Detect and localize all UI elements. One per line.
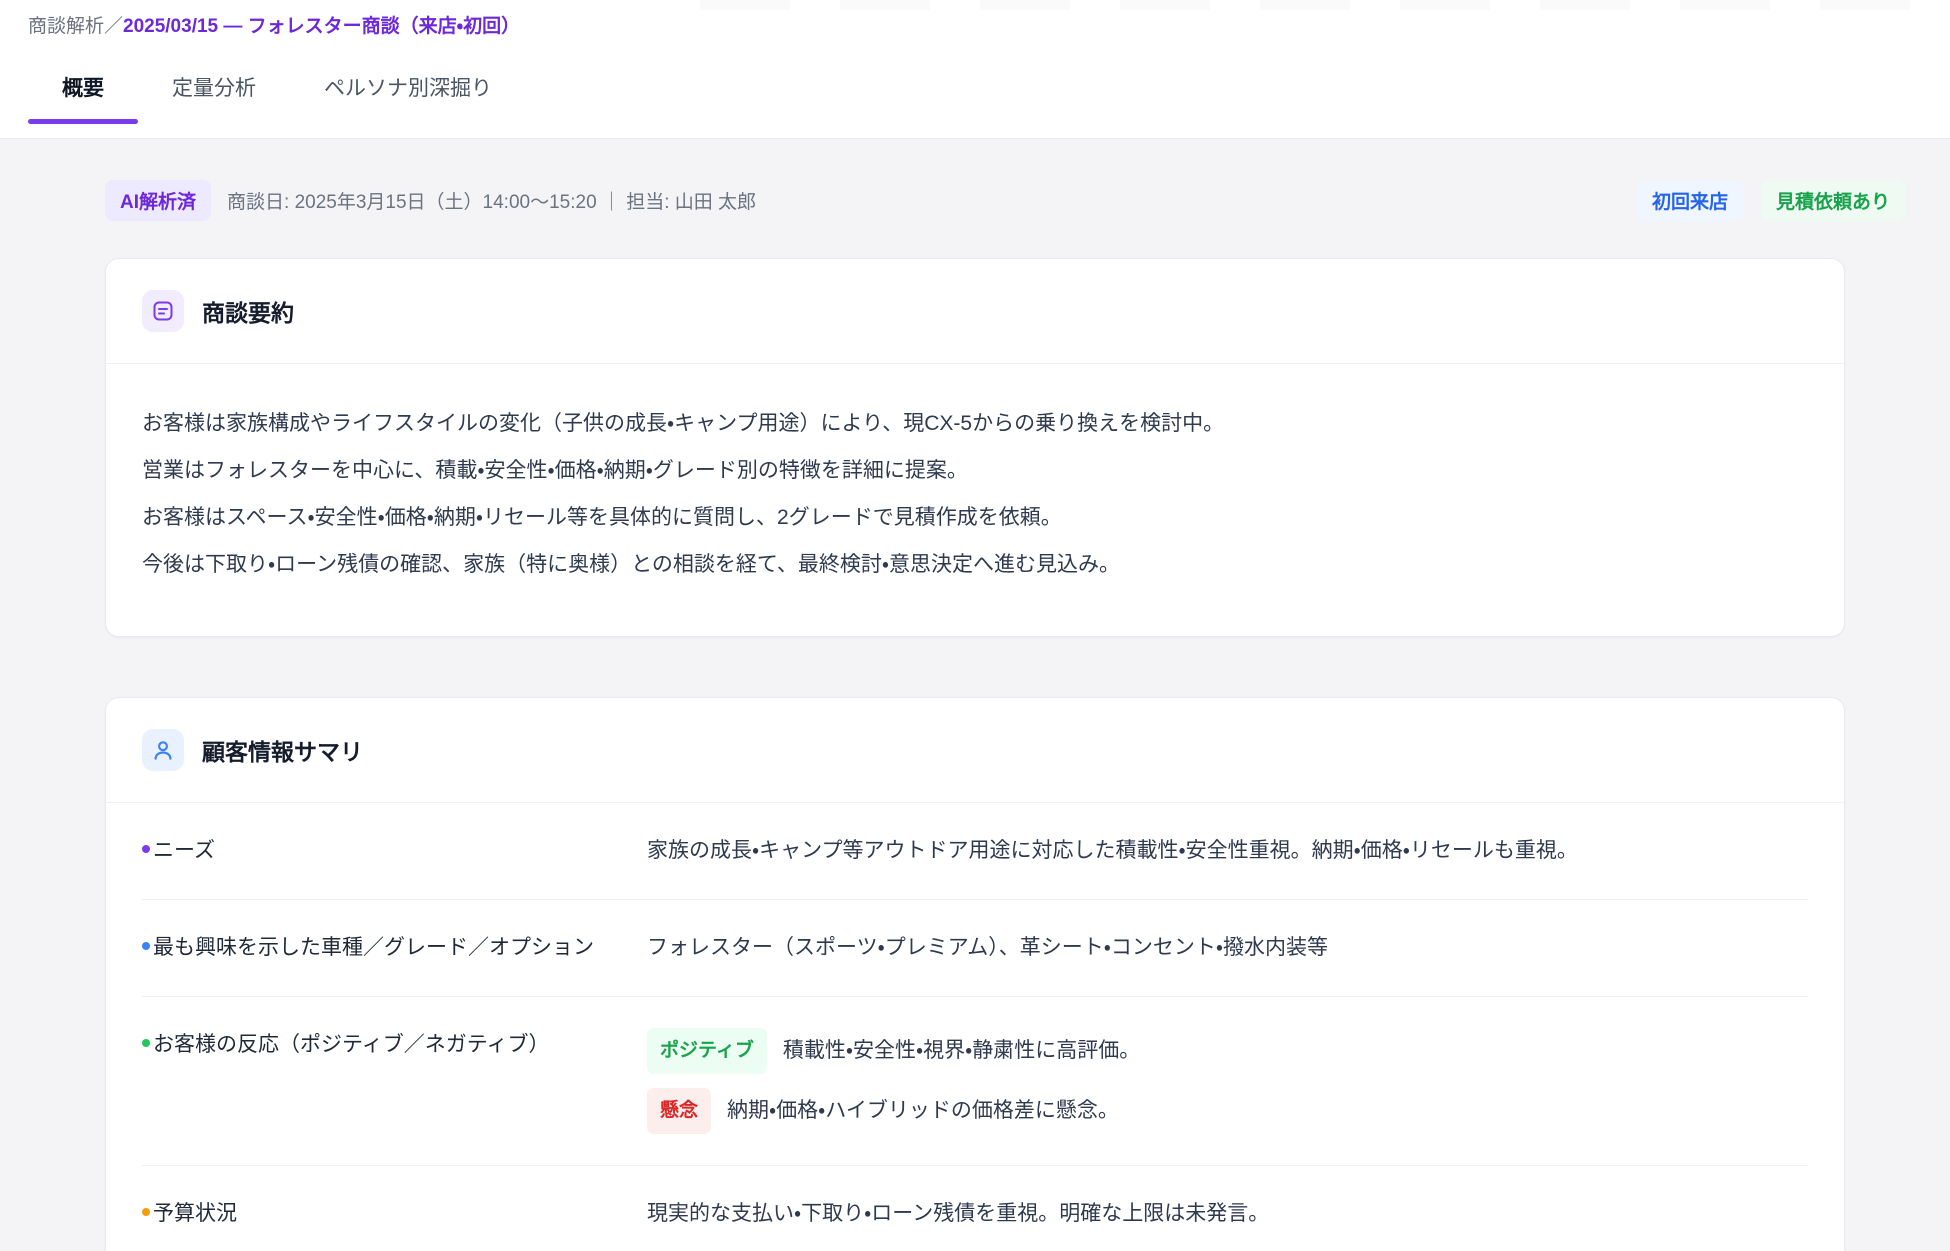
row-needs-value: 家族の成長・キャンプ等アウトドア用途に対応した積載性・安全性重視。納期・価格・リ… [647, 834, 1578, 868]
tab-overview[interactable]: 概要 [28, 58, 138, 124]
bullet-icon [142, 1039, 150, 1047]
bullet-icon [142, 942, 150, 950]
concern-badge: 懸念 [647, 1088, 711, 1134]
summary-line: 今後は下取り・ローン残債の確認、家族（特に奥様）との相談を経て、最終検討・意思決… [142, 541, 1808, 588]
customer-card-header: 顧客情報サマリ [106, 698, 1844, 803]
tab-bar: 概要 定量分析 ペルソナ別深掘り [28, 62, 1950, 124]
concern-reaction-line: 懸念 納期・価格・ハイブリッドの価格差に懸念。 [647, 1088, 1140, 1134]
breadcrumb-root-link[interactable]: 商談解析／ [28, 16, 123, 37]
person-icon [142, 729, 184, 771]
row-budget: 予算状況 現実的な支払い・下取り・ローン残債を重視。明確な上限は未発言。 [142, 1166, 1808, 1251]
positive-reaction-line: ポジティブ 積載性・安全性・視界・静粛性に高評価。 [647, 1028, 1140, 1074]
row-interest: 最も興味を示した車種／グレード／オプション フォレスター（スポーツ・プレミアム）… [142, 900, 1808, 997]
customer-card-title: 顧客情報サマリ [202, 733, 363, 767]
row-label-text: ニーズ [153, 834, 215, 868]
cropped-content-artifact [700, 0, 1950, 10]
main-content: AI解析済 商談日: 2025年3月15日（土）14:00〜15:20 ｜ 担当… [0, 180, 1950, 1251]
summary-line: お客様はスペース・安全性・価格・納期・リセール等を具体的に質問し、2グレードで見… [142, 494, 1808, 541]
quote-requested-badge: 見積依頼あり [1761, 180, 1905, 221]
summary-line: お客様は家族構成やライフスタイルの変化（子供の成長・キャンプ用途）により、現CX… [142, 400, 1808, 447]
breadcrumb: 商談解析／2025/03/15 — フォレスター商談（来店・初回） [28, 14, 1950, 40]
meeting-summary-card: 商談要約 お客様は家族構成やライフスタイルの変化（子供の成長・キャンプ用途）によ… [105, 258, 1845, 637]
document-icon [142, 290, 184, 332]
row-interest-value: フォレスター（スポーツ・プレミアム）、革シート・コンセント・撥水内装等 [647, 931, 1328, 965]
concern-text: 納期・価格・ハイブリッドの価格差に懸念。 [727, 1094, 1119, 1128]
row-reaction-value: ポジティブ 積載性・安全性・視界・静粛性に高評価。 懸念 納期・価格・ハイブリッ… [647, 1028, 1140, 1134]
row-label-text: 予算状況 [153, 1197, 237, 1231]
ai-analyzed-badge: AI解析済 [105, 180, 211, 221]
row-budget-value: 現実的な支払い・下取り・ローン残債を重視。明確な上限は未発言。 [647, 1197, 1269, 1231]
summary-line: 営業はフォレスターを中心に、積載・安全性・価格・納期・グレード別の特徴を詳細に提… [142, 447, 1808, 494]
row-needs-label: ニーズ [142, 834, 647, 868]
tab-quantitative-analysis[interactable]: 定量分析 [138, 58, 290, 124]
summary-body: お客様は家族構成やライフスタイルの変化（子供の成長・キャンプ用途）により、現CX… [106, 364, 1844, 636]
first-visit-badge: 初回来店 [1637, 180, 1743, 221]
meeting-info-text: 商談日: 2025年3月15日（土）14:00〜15:20 ｜ 担当: 山田 太… [227, 187, 756, 214]
row-reaction: お客様の反応（ポジティブ／ネガティブ） ポジティブ 積載性・安全性・視界・静粛性… [142, 997, 1808, 1166]
bullet-icon [142, 1208, 150, 1216]
tab-persona-deep-dive[interactable]: ペルソナ別深掘り [290, 58, 526, 124]
summary-card-title: 商談要約 [202, 294, 294, 328]
row-reaction-label: お客様の反応（ポジティブ／ネガティブ） [142, 1028, 647, 1062]
row-label-text: お客様の反応（ポジティブ／ネガティブ） [153, 1028, 549, 1062]
meeting-meta-row: AI解析済 商談日: 2025年3月15日（土）14:00〜15:20 ｜ 担当… [105, 180, 1905, 220]
summary-card-header: 商談要約 [106, 259, 1844, 364]
row-budget-label: 予算状況 [142, 1197, 647, 1231]
customer-info-card: 顧客情報サマリ ニーズ 家族の成長・キャンプ等アウトドア用途に対応した積載性・安… [105, 697, 1845, 1251]
page-title: 2025/03/15 — フォレスター商談（来店・初回） [123, 16, 520, 37]
positive-badge: ポジティブ [647, 1028, 767, 1074]
row-label-text: 最も興味を示した車種／グレード／オプション [153, 931, 594, 965]
row-needs: ニーズ 家族の成長・キャンプ等アウトドア用途に対応した積載性・安全性重視。納期・… [142, 803, 1808, 900]
customer-rows: ニーズ 家族の成長・キャンプ等アウトドア用途に対応した積載性・安全性重視。納期・… [106, 803, 1844, 1251]
row-interest-label: 最も興味を示した車種／グレード／オプション [142, 931, 647, 965]
bullet-icon [142, 845, 150, 853]
positive-text: 積載性・安全性・視界・静粛性に高評価。 [783, 1034, 1140, 1068]
top-bar: 商談解析／2025/03/15 — フォレスター商談（来店・初回） 概要 定量分… [0, 0, 1950, 139]
